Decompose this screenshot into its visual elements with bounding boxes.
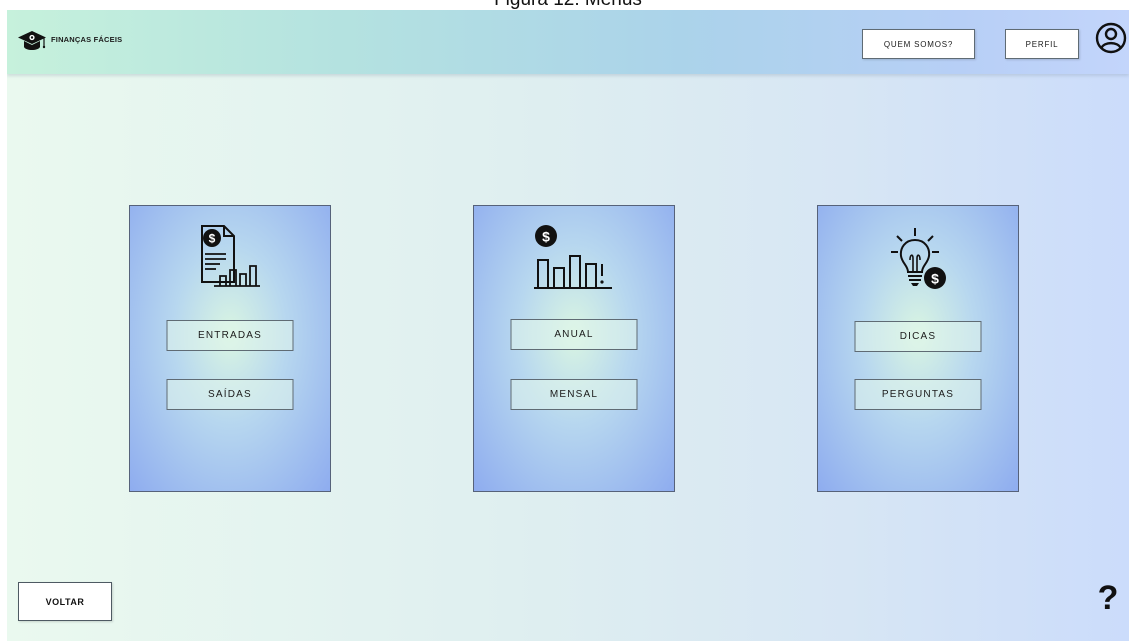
header-bar: FINANÇAS FÁCEIS QUEM SOMOS? PERFIL xyxy=(7,10,1129,74)
card-tips: $ DICAS PERGUNTAS xyxy=(817,205,1019,492)
app-window: FINANÇAS FÁCEIS QUEM SOMOS? PERFIL $ ENT… xyxy=(7,10,1129,641)
card-transactions: $ ENTRADAS SAÍDAS xyxy=(129,205,331,492)
profile-button[interactable]: PERFIL xyxy=(1005,29,1079,59)
entries-button[interactable]: ENTRADAS xyxy=(166,320,294,351)
back-button[interactable]: VOLTAR xyxy=(18,582,112,621)
svg-text:$: $ xyxy=(542,229,550,245)
invoice-chart-icon: $ xyxy=(201,225,260,287)
about-us-button[interactable]: QUEM SOMOS? xyxy=(862,29,975,59)
svg-text:$: $ xyxy=(209,232,216,246)
brand-name: FINANÇAS FÁCEIS xyxy=(51,35,123,44)
user-avatar-icon[interactable] xyxy=(1095,22,1127,54)
monthly-button[interactable]: MENSAL xyxy=(510,379,638,410)
help-icon[interactable]: ? xyxy=(1094,578,1122,618)
exits-button[interactable]: SAÍDAS xyxy=(166,379,294,410)
figure-caption: Figura 12: Menus xyxy=(0,0,1136,10)
dollar-bar-chart-icon: $ xyxy=(534,225,612,289)
lightbulb-dollar-icon: $ xyxy=(891,228,946,289)
annual-button[interactable]: ANUAL xyxy=(510,319,638,350)
graduation-cap-icon xyxy=(18,31,46,50)
tips-button[interactable]: DICAS xyxy=(854,321,982,352)
card-reports: $ ANUAL MENSAL xyxy=(473,205,675,492)
questions-button[interactable]: PERGUNTAS xyxy=(854,379,982,410)
svg-text:$: $ xyxy=(931,271,939,287)
